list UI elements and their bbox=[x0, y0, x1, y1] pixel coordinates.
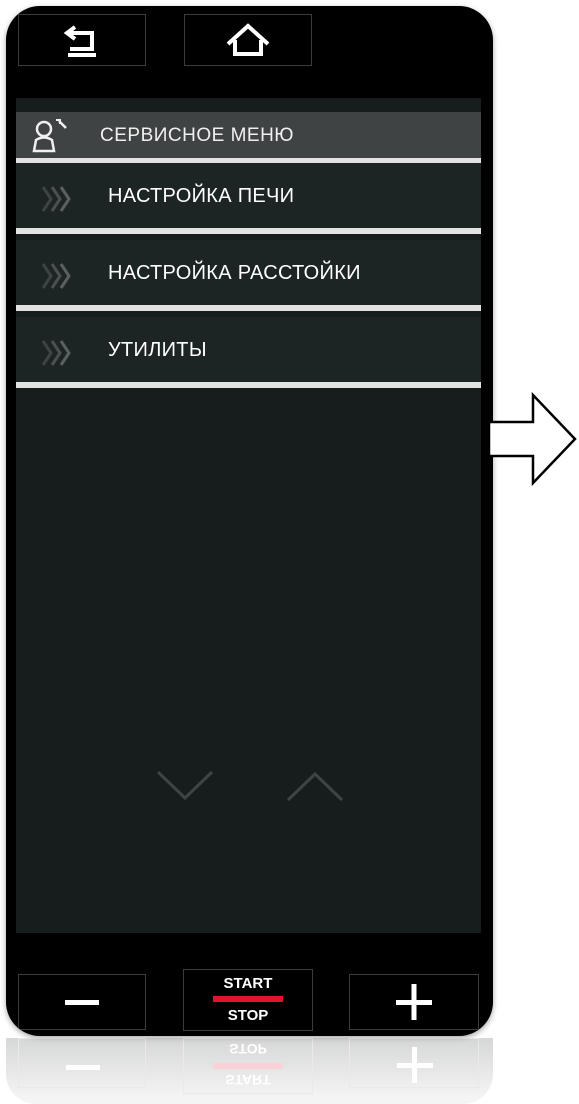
triple-chevron-right-icon bbox=[41, 263, 71, 289]
home-button[interactable] bbox=[184, 14, 312, 66]
minus-icon bbox=[65, 1000, 99, 1005]
reflection-divider bbox=[213, 1063, 283, 1069]
return-arrow-icon bbox=[63, 25, 96, 57]
start-stop-button[interactable]: START STOP bbox=[183, 969, 313, 1031]
start-stop-divider bbox=[213, 996, 283, 1002]
triple-chevron-right-icon bbox=[41, 186, 71, 212]
device-reflection: STOP START bbox=[6, 1038, 493, 1104]
plus-icon bbox=[396, 984, 432, 1020]
service-menu-title: СЕРВИСНОЕ МЕНЮ bbox=[100, 125, 294, 146]
menu-item-label: НАСТРОЙКА РАССТОЙКИ bbox=[108, 262, 361, 284]
reflection-stop-label: STOP bbox=[229, 1041, 267, 1057]
control-panel-device: СЕРВИСНОЕ МЕНЮ НАСТРОЙКА ПЕЧИ НАСТРОЙКА … bbox=[6, 6, 493, 1036]
menu-item-oven-settings[interactable]: НАСТРОЙКА ПЕЧИ bbox=[16, 163, 481, 234]
stop-label: STOP bbox=[227, 1007, 269, 1024]
chevron-up-icon[interactable] bbox=[284, 766, 346, 806]
menu-screen: СЕРВИСНОЕ МЕНЮ НАСТРОЙКА ПЕЧИ НАСТРОЙКА … bbox=[16, 98, 481, 933]
chevron-down-icon[interactable] bbox=[154, 766, 216, 806]
plus-button[interactable] bbox=[349, 974, 479, 1030]
minus-button[interactable] bbox=[18, 974, 146, 1030]
reflection-start-label: START bbox=[225, 1072, 271, 1088]
reflection-minus-button bbox=[18, 1038, 146, 1088]
outline-right-arrow-icon bbox=[487, 392, 577, 487]
home-icon bbox=[226, 23, 270, 56]
menu-item-label: НАСТРОЙКА ПЕЧИ bbox=[108, 185, 295, 207]
menu-item-utilities[interactable]: УТИЛИТЫ bbox=[16, 317, 481, 388]
reflection-plus-button bbox=[349, 1038, 479, 1088]
reflection-plus-v bbox=[412, 1047, 417, 1083]
menu-item-label: УТИЛИТЫ bbox=[108, 339, 207, 361]
service-menu-header: СЕРВИСНОЕ МЕНЮ bbox=[16, 112, 481, 163]
service-user-wrench-icon bbox=[32, 119, 67, 153]
start-label: START bbox=[223, 975, 273, 992]
reflection-minus-icon bbox=[66, 1065, 100, 1070]
reflection-start-stop: STOP START bbox=[183, 1038, 313, 1094]
triple-chevron-right-icon bbox=[41, 340, 71, 366]
back-button[interactable] bbox=[18, 14, 146, 66]
menu-item-proofing-settings[interactable]: НАСТРОЙКА РАССТОЙКИ bbox=[16, 240, 481, 311]
